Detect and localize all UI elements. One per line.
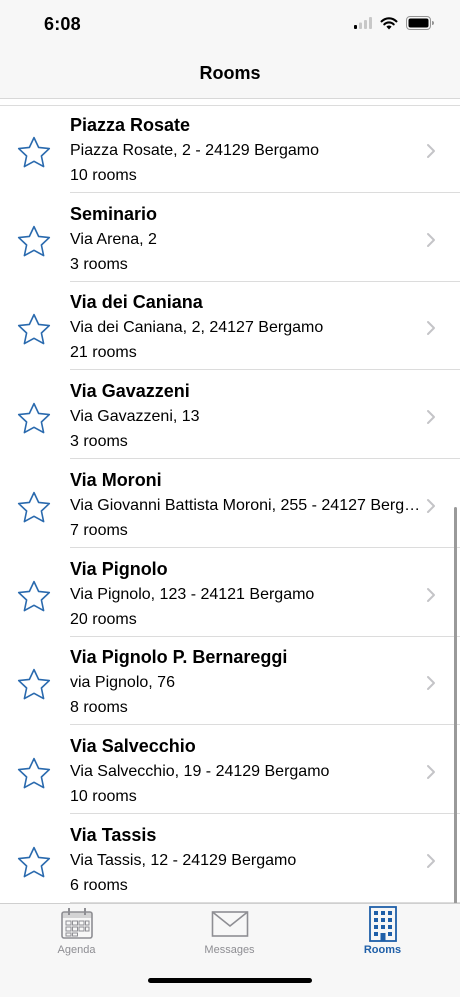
tab-messages[interactable]: Messages: [153, 904, 306, 964]
room-name: Via Gavazzeni: [70, 381, 190, 402]
room-count: 3 rooms: [70, 255, 128, 273]
chevron-right-icon: [426, 853, 436, 869]
star-icon[interactable]: [16, 579, 52, 615]
room-row[interactable]: Via Gavazzeni Via Gavazzeni, 13 3 rooms: [0, 371, 460, 460]
room-count: 3 rooms: [70, 433, 128, 451]
room-address: via Pignolo, 76: [70, 674, 175, 692]
tab-rooms-label: Rooms: [363, 944, 402, 956]
room-count: 10 rooms: [70, 787, 137, 805]
room-row[interactable]: Via Pignolo Via Pignolo, 123 - 24121 Berg…: [0, 549, 460, 637]
room-name: Via Pignolo P. Bernareggi: [70, 647, 288, 668]
star-icon[interactable]: [16, 845, 52, 881]
room-count: 10 rooms: [70, 167, 137, 184]
room-name: Via Pignolo: [70, 558, 168, 579]
room-row[interactable]: Via Salvecchio Via Salvecchio, 19 - 24129…: [0, 726, 460, 814]
room-address: Via Arena, 2: [70, 230, 157, 248]
room-count: 7 rooms: [70, 521, 128, 539]
tab-agenda-label: Agenda: [57, 944, 96, 956]
star-icon[interactable]: [16, 224, 52, 260]
room-address: Via dei Caniana, 2, 24127 Bergamo: [70, 319, 324, 337]
star-icon[interactable]: [16, 667, 52, 703]
room-name: Seminario: [70, 203, 158, 224]
chevron-right-icon: [426, 143, 436, 159]
room-row[interactable]: Seminario Via Arena, 2 3 rooms: [0, 194, 460, 282]
status-time: 6:08: [44, 14, 81, 34]
room-address: Via Tassis, 12 - 24129 Bergamo: [70, 851, 297, 869]
chevron-right-icon: [426, 675, 436, 691]
tab-agenda[interactable]: Agenda: [0, 904, 153, 964]
status-bar: 6:08: [0, 0, 460, 50]
star-icon[interactable]: [16, 756, 52, 792]
chevron-right-icon: [426, 320, 436, 336]
star-icon[interactable]: [16, 490, 52, 526]
tab-messages-label: Messages: [204, 944, 255, 956]
room-count: 21 rooms: [70, 344, 137, 362]
room-count: 8 rooms: [70, 699, 128, 717]
star-icon[interactable]: [16, 135, 52, 171]
chevron-right-icon: [426, 764, 436, 780]
calendar-icon: [60, 906, 94, 945]
home-indicator[interactable]: [148, 978, 312, 983]
rooms-list[interactable]: Piazza Rosate Piazza Rosate, 2 - 24129 Be…: [0, 99, 460, 903]
scroll-indicator[interactable]: [454, 507, 457, 903]
chevron-right-icon: [426, 587, 436, 603]
room-row[interactable]: Piazza Rosate Piazza Rosate, 2 - 24129 Be…: [0, 105, 460, 193]
page-title: Rooms: [199, 63, 261, 83]
room-count: 20 rooms: [70, 610, 137, 628]
room-address: Via Salvecchio, 19 - 24129 Bergamo: [70, 762, 330, 780]
tab-rooms[interactable]: Rooms: [306, 904, 459, 964]
chevron-right-icon: [426, 232, 436, 248]
room-row[interactable]: Via Moroni Via Giovanni Battista Moroni, …: [0, 460, 460, 548]
cellular-signal-icon: [354, 16, 372, 34]
wifi-icon: [380, 16, 398, 35]
room-name: Via Moroni: [70, 469, 162, 490]
chevron-right-icon: [426, 409, 436, 425]
battery-icon: [406, 15, 434, 35]
room-row[interactable]: Via Tassis Via Tassis, 12 - 24129 Bergamo…: [0, 815, 460, 903]
star-icon[interactable]: [16, 312, 52, 348]
status-icons: [354, 15, 434, 35]
room-address: Via Pignolo, 123 - 24121 Bergamo: [70, 585, 315, 603]
star-icon[interactable]: [16, 401, 52, 437]
room-address: Via Giovanni Battista Moroni, 255 - 2412…: [70, 496, 422, 514]
room-count: 6 rooms: [70, 876, 128, 894]
navigation-bar: Rooms: [0, 50, 460, 99]
building-icon: [368, 906, 398, 947]
room-name: Via Salvecchio: [70, 735, 196, 756]
room-name: Piazza Rosate: [70, 115, 191, 135]
room-row[interactable]: Via Pignolo P. Bernareggi via Pignolo, 76…: [0, 637, 460, 726]
room-address: Piazza Rosate, 2 - 24129 Bergamo: [70, 142, 320, 159]
room-row[interactable]: Via dei Caniana Via dei Caniana, 2, 24127…: [0, 282, 460, 371]
chevron-right-icon: [426, 498, 436, 514]
envelope-icon: [211, 906, 249, 945]
room-name: Via Tassis: [70, 824, 157, 845]
room-address: Via Gavazzeni, 13: [70, 408, 200, 426]
room-name: Via dei Caniana: [70, 292, 203, 313]
